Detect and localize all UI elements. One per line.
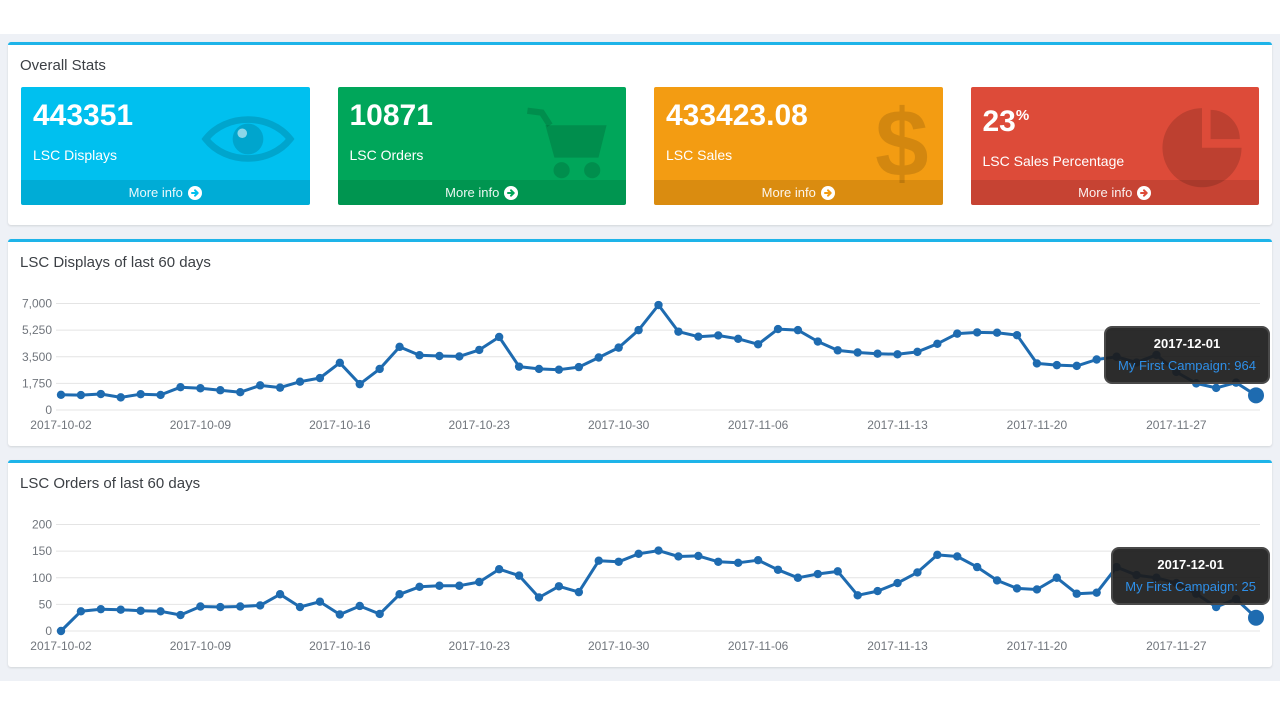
panel-title-orders-chart: LSC Orders of last 60 days bbox=[8, 463, 1272, 503]
svg-text:3,500: 3,500 bbox=[22, 350, 52, 364]
stat-label: LSC Orders bbox=[350, 147, 615, 163]
dashboard-content: Overall Stats 443351 LSC Displays More i… bbox=[0, 34, 1280, 681]
overall-stats-panel: Overall Stats 443351 LSC Displays More i… bbox=[8, 42, 1272, 225]
stat-box-lsc-sales-percentage: 23% LSC Sales Percentage More info bbox=[971, 87, 1260, 205]
stat-value: 433423.08 bbox=[666, 99, 931, 133]
svg-text:7,000: 7,000 bbox=[22, 297, 52, 311]
arrow-circle-icon bbox=[504, 186, 518, 200]
stat-label: LSC Sales bbox=[666, 147, 931, 163]
svg-text:2017-10-02: 2017-10-02 bbox=[30, 418, 92, 432]
svg-text:2017-10-16: 2017-10-16 bbox=[309, 418, 371, 432]
more-info-label: More info bbox=[1078, 185, 1132, 200]
svg-text:2017-11-06: 2017-11-06 bbox=[728, 418, 789, 432]
displays-chart[interactable]: 0 1,750 3,500 5,250 7,000 2017-10-02 2017-10-0… bbox=[16, 290, 1264, 446]
stat-box-inner: 23% LSC Sales Percentage bbox=[971, 87, 1260, 169]
stat-label: LSC Sales Percentage bbox=[983, 153, 1248, 169]
svg-text:0: 0 bbox=[45, 624, 52, 638]
arrow-circle-icon bbox=[821, 186, 835, 200]
more-info-label: More info bbox=[129, 185, 183, 200]
arrow-circle-icon bbox=[1137, 186, 1151, 200]
svg-text:2017-10-02: 2017-10-02 bbox=[30, 639, 92, 653]
stat-box-inner: 433423.08 LSC Sales bbox=[654, 87, 943, 163]
svg-text:200: 200 bbox=[32, 518, 52, 532]
tooltip-value: My First Campaign: 25 bbox=[1125, 579, 1256, 594]
svg-text:0: 0 bbox=[45, 403, 52, 417]
svg-text:2017-11-27: 2017-11-27 bbox=[1146, 639, 1207, 653]
more-info-link[interactable]: More info bbox=[21, 180, 310, 205]
top-spacer bbox=[0, 0, 1280, 34]
stat-value: 10871 bbox=[350, 99, 615, 133]
svg-text:5,250: 5,250 bbox=[22, 323, 52, 337]
svg-text:2017-11-13: 2017-11-13 bbox=[867, 418, 928, 432]
svg-text:1,750: 1,750 bbox=[22, 376, 52, 390]
tooltip-date: 2017-12-01 bbox=[1125, 557, 1256, 572]
stat-value: 443351 bbox=[33, 99, 298, 133]
displays-chart-panel: LSC Displays of last 60 days 0 1,750 3,500… bbox=[8, 239, 1272, 446]
svg-text:2017-11-20: 2017-11-20 bbox=[1007, 418, 1068, 432]
panel-title-overall-stats: Overall Stats bbox=[8, 45, 1272, 85]
svg-text:2017-11-20: 2017-11-20 bbox=[1007, 639, 1068, 653]
stat-box-inner: 443351 LSC Displays bbox=[21, 87, 310, 163]
stat-box-lsc-sales: 433423.08 LSC Sales $ More info bbox=[654, 87, 943, 205]
svg-text:2017-10-09: 2017-10-09 bbox=[170, 418, 232, 432]
more-info-link[interactable]: More info bbox=[971, 180, 1260, 205]
svg-text:2017-11-13: 2017-11-13 bbox=[867, 639, 928, 653]
svg-text:2017-10-30: 2017-10-30 bbox=[588, 418, 650, 432]
svg-text:2017-11-27: 2017-11-27 bbox=[1146, 418, 1207, 432]
more-info-label: More info bbox=[445, 185, 499, 200]
svg-text:50: 50 bbox=[39, 597, 53, 611]
more-info-link[interactable]: More info bbox=[654, 180, 943, 205]
svg-text:150: 150 bbox=[32, 544, 52, 558]
chart-tooltip: 2017-12-01 My First Campaign: 25 bbox=[1111, 547, 1270, 605]
svg-text:2017-10-30: 2017-10-30 bbox=[588, 639, 650, 653]
stat-label: LSC Displays bbox=[33, 147, 298, 163]
tooltip-value: My First Campaign: 964 bbox=[1118, 358, 1256, 373]
stat-value: 23% bbox=[983, 99, 1248, 139]
arrow-circle-icon bbox=[188, 186, 202, 200]
tooltip-date: 2017-12-01 bbox=[1118, 336, 1256, 351]
stat-box-inner: 10871 LSC Orders bbox=[338, 87, 627, 163]
more-info-label: More info bbox=[762, 185, 816, 200]
svg-text:2017-10-23: 2017-10-23 bbox=[449, 639, 511, 653]
stat-box-lsc-orders: 10871 LSC Orders More info bbox=[338, 87, 627, 205]
panel-title-displays-chart: LSC Displays of last 60 days bbox=[8, 242, 1272, 282]
svg-text:2017-10-16: 2017-10-16 bbox=[309, 639, 371, 653]
svg-text:2017-10-09: 2017-10-09 bbox=[170, 639, 232, 653]
orders-chart-panel: LSC Orders of last 60 days 0 50 100 150 200 2… bbox=[8, 460, 1272, 667]
stat-value-suffix: % bbox=[1016, 107, 1029, 124]
orders-chart[interactable]: 0 50 100 150 200 2017-10-02 2017-10-09 2017-10-… bbox=[16, 511, 1264, 667]
svg-text:2017-10-23: 2017-10-23 bbox=[449, 418, 511, 432]
svg-text:2017-11-06: 2017-11-06 bbox=[728, 639, 789, 653]
svg-text:100: 100 bbox=[32, 571, 52, 585]
stat-box-lsc-displays: 443351 LSC Displays More info bbox=[21, 87, 310, 205]
more-info-link[interactable]: More info bbox=[338, 180, 627, 205]
chart-tooltip: 2017-12-01 My First Campaign: 964 bbox=[1104, 326, 1270, 384]
stat-boxes-row: 443351 LSC Displays More info bbox=[8, 85, 1272, 225]
